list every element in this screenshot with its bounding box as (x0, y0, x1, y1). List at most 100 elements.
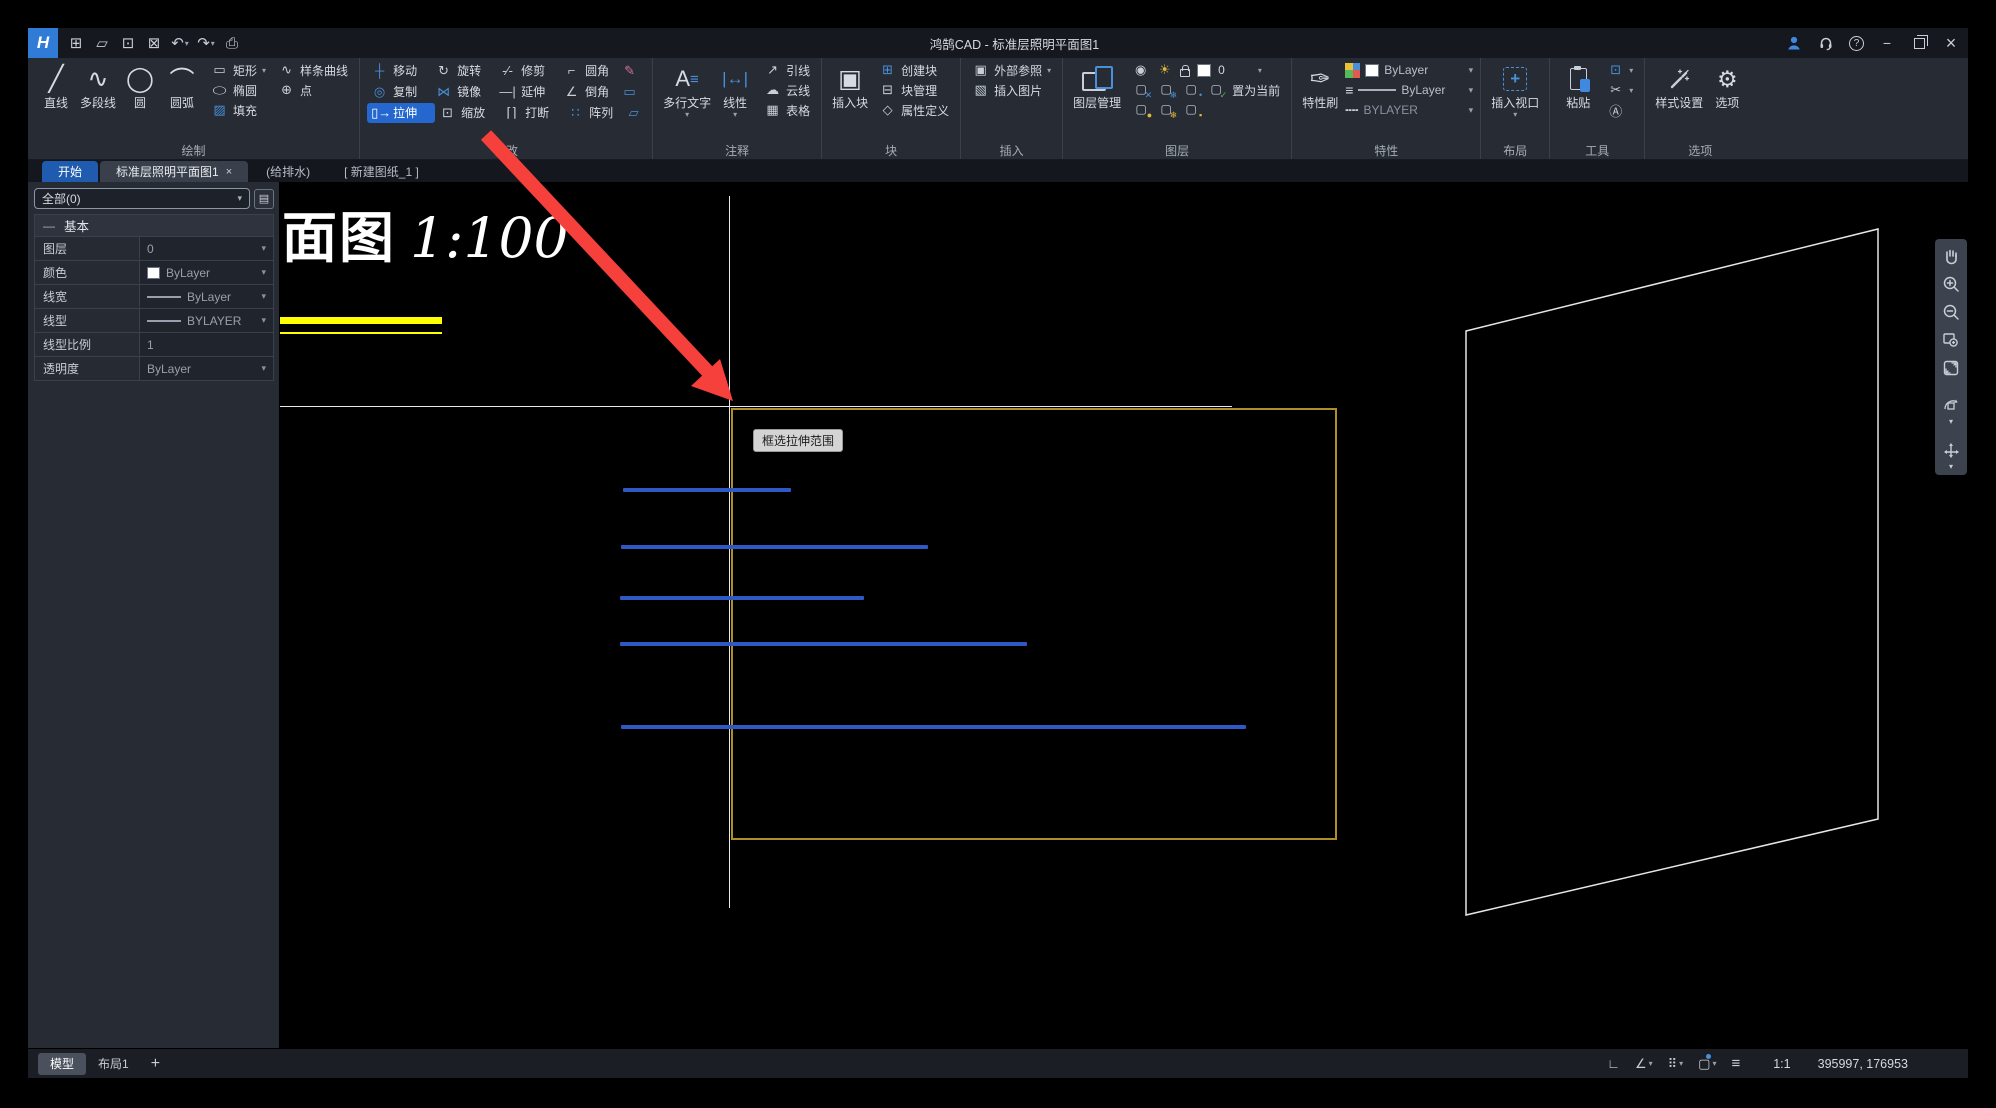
block-manager-button[interactable]: ⊟块管理 (875, 80, 953, 100)
ucs-button[interactable] (1938, 438, 1964, 464)
color-dropdown[interactable]: ByLayer▾ (1345, 60, 1473, 80)
minimize-button[interactable]: − (1878, 34, 1896, 52)
style-settings-button[interactable]: 样式设置 (1652, 60, 1706, 112)
tab-new-sheet[interactable]: [ 新建图纸_1 ] (328, 161, 435, 182)
point-button[interactable]: ⊕点 (274, 80, 352, 100)
table-button[interactable]: ▦表格 (760, 100, 814, 120)
add-layout-button[interactable]: + (151, 1055, 160, 1073)
xref-button[interactable]: ▣外部参照▾ (968, 60, 1055, 80)
drawing-canvas[interactable]: 面图1:100 框选拉伸范围 (280, 182, 1968, 1048)
ortho-toggle[interactable]: ∟ (1607, 1056, 1620, 1071)
chevron-down-icon[interactable]: ▾ (1949, 418, 1953, 426)
ellipse-button[interactable]: ◯椭圆 (207, 80, 270, 100)
support-button[interactable] (1817, 34, 1835, 52)
model-tab[interactable]: 模型 (38, 1053, 86, 1075)
blue-drawn-line[interactable] (621, 545, 928, 549)
chevron-down-icon[interactable]: ▾ (1949, 463, 1953, 471)
restore-button[interactable] (1910, 34, 1928, 52)
layer-on-icon[interactable]: ▢✓ (1207, 82, 1225, 98)
layer-thaw-icon[interactable]: ▢❄ (1157, 102, 1175, 118)
insert-block-button[interactable]: ▣插入块 (829, 60, 871, 112)
blue-drawn-line[interactable] (620, 596, 864, 600)
extend-button[interactable]: —|延伸 (495, 82, 559, 102)
mirror-button[interactable]: ⋈镜像 (431, 82, 495, 102)
redo-button[interactable]: ↷▾ (194, 31, 218, 55)
save-button[interactable]: ⊡ (116, 31, 140, 55)
layer-manager-button[interactable]: 图层管理 (1070, 60, 1124, 112)
selection-filter-dropdown[interactable]: 全部(0)▾ (34, 188, 250, 209)
print-button[interactable]: ⎙ (220, 31, 244, 55)
linetype-dropdown[interactable]: ╍╍BYLAYER▾ (1345, 100, 1473, 120)
break-button[interactable]: ⌈⌉打断 (499, 103, 563, 123)
rectangle-button[interactable]: ▭矩形▾ (207, 60, 270, 80)
grid-toggle[interactable]: ⠿▾ (1668, 1056, 1684, 1072)
line-button[interactable]: ╱直线 (35, 60, 77, 112)
osnap-toggle[interactable]: ▢▾ (1698, 1056, 1716, 1072)
array-button[interactable]: ∷阵列 (563, 103, 621, 123)
paste-button[interactable]: 粘贴 (1557, 60, 1599, 112)
close-button[interactable]: × (1942, 34, 1960, 52)
copy-clip-button[interactable]: ⊡▾ (1603, 60, 1637, 80)
leader-button[interactable]: ↗引线 (760, 60, 814, 80)
transparency-value-dropdown[interactable]: ByLayer▾ (139, 357, 273, 380)
chamfer-button[interactable]: ∠倒角 (559, 82, 617, 102)
quick-select-button[interactable]: ▤ (254, 189, 274, 209)
scale-button[interactable]: ⊡缩放 (435, 103, 499, 123)
tab-drainage[interactable]: (给排水) (250, 161, 326, 182)
polar-toggle[interactable]: ∠▾ (1635, 1056, 1653, 1072)
options-button[interactable]: ⚙选项 (1706, 60, 1748, 112)
match-properties-button[interactable]: ✑特性刷 (1299, 60, 1341, 112)
move-button[interactable]: ┼移动 (367, 61, 431, 81)
sun-icon[interactable]: ☀ (1156, 62, 1173, 78)
lineweight-value-dropdown[interactable]: ByLayer▾ (139, 285, 273, 308)
edit-pen-button[interactable]: ✎ (617, 61, 641, 81)
spline-button[interactable]: ∿样条曲线 (274, 60, 352, 80)
zoom-out-button[interactable] (1938, 299, 1964, 325)
lock-icon[interactable] (1180, 69, 1190, 77)
insert-viewport-button[interactable]: +插入视口▾ (1488, 60, 1542, 121)
section-basic[interactable]: —基本 (34, 214, 274, 237)
help-button[interactable]: ? (1849, 36, 1864, 51)
layer-freeze-icon[interactable]: ▢❄ (1157, 82, 1175, 98)
layer-value-dropdown[interactable]: 0▾ (139, 237, 273, 260)
polyline-button[interactable]: ∿多段线 (77, 60, 119, 112)
pan-button[interactable] (1938, 243, 1964, 269)
attribute-define-button[interactable]: ◇属性定义 (875, 100, 953, 120)
yellow-line[interactable] (280, 332, 442, 334)
lineweight-dropdown[interactable]: ≡ByLayer▾ (1345, 80, 1473, 100)
blue-drawn-line[interactable] (621, 725, 1246, 729)
color-value-dropdown[interactable]: ByLayer▾ (139, 261, 273, 284)
new-file-button[interactable]: ⊞ (64, 31, 88, 55)
layer-lock-icon[interactable]: ▢• (1182, 82, 1200, 98)
layer-isolate-icon[interactable]: ▢● (1132, 102, 1150, 118)
group-button[interactable]: ▱ (621, 103, 645, 123)
fillet-button[interactable]: ⌐圆角 (559, 61, 617, 81)
app-logo[interactable]: H (28, 28, 58, 58)
lineweight-toggle[interactable]: ≡ (1731, 1055, 1740, 1072)
layer-unlock-icon[interactable]: ▢▪ (1182, 102, 1200, 118)
tab-active-drawing[interactable]: 标准层照明平面图1× (100, 161, 248, 182)
zoom-in-button[interactable] (1938, 271, 1964, 297)
open-file-button[interactable]: ▱ (90, 31, 114, 55)
save-as-button[interactable]: ⊠ (142, 31, 166, 55)
blue-drawn-line[interactable] (620, 642, 1027, 646)
hatch-button[interactable]: ▨填充 (207, 100, 270, 120)
zoom-ratio[interactable]: 1:1 (1773, 1057, 1790, 1071)
chevron-down-icon[interactable]: ▾ (1258, 66, 1262, 75)
cut-clip-button[interactable]: ✂▾ (1603, 80, 1637, 100)
copy-button[interactable]: ◎复制 (367, 82, 431, 102)
linetype-value-dropdown[interactable]: BYLAYER▾ (139, 309, 273, 332)
create-block-button[interactable]: ⊞创建块 (875, 60, 953, 80)
layout1-tab[interactable]: 布局1 (86, 1053, 141, 1075)
linear-dim-button[interactable]: |↔|线性▾ (714, 60, 756, 121)
undo-button[interactable]: ↶▾ (168, 31, 192, 55)
circle-button[interactable]: ◯圆 (119, 60, 161, 112)
tab-start[interactable]: 开始 (42, 161, 98, 182)
stretch-button[interactable]: ▯→拉伸 (367, 103, 435, 123)
blue-drawn-line[interactable] (623, 488, 791, 492)
trim-button[interactable]: -∕-修剪 (495, 61, 559, 81)
account-button[interactable] (1785, 34, 1803, 52)
arc-button[interactable]: ⌒圆弧 (161, 60, 203, 112)
rotate-button[interactable]: ↻旋转 (431, 61, 495, 81)
orbit-button[interactable] (1938, 393, 1964, 419)
